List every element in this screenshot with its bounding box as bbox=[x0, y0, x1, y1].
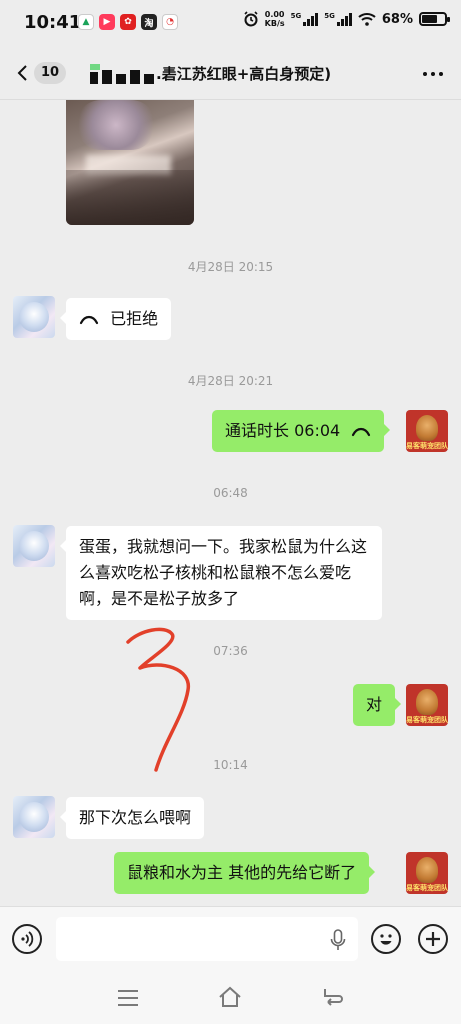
plus-icon bbox=[426, 932, 440, 946]
shopping-app-icon: ✿ bbox=[120, 14, 136, 30]
back-arrow-icon[interactable] bbox=[14, 64, 32, 82]
wifi-icon bbox=[358, 13, 376, 26]
battery-percent: 68% bbox=[381, 11, 413, 27]
my-avatar[interactable]: 易客萌宠团队 bbox=[406, 852, 448, 894]
question2-message[interactable]: 那下次怎么喂啊 bbox=[59, 797, 205, 839]
signal-strength-icon: 5G bbox=[291, 12, 319, 26]
menu-nav-icon[interactable] bbox=[118, 990, 138, 1011]
contact-avatar[interactable] bbox=[13, 796, 55, 838]
question-text: 蛋蛋，我就想问一下。我家松鼠为什么这么喜欢吃松子核桃和松鼠粮不怎么爱吃啊，是不是… bbox=[79, 537, 368, 608]
status-bar: 10:41 ▲ ▶ ✿ 淘 ◔ 0.00 KB/s 5G 5G 68% bbox=[0, 0, 461, 48]
system-nav-bar bbox=[0, 970, 461, 1024]
avatar-team-text: 易客萌宠团队 bbox=[406, 884, 448, 892]
message-text-input[interactable] bbox=[56, 917, 358, 961]
timestamp: 4月28日 20:15 bbox=[187, 260, 274, 274]
unread-count-badge[interactable]: 10 bbox=[34, 62, 67, 84]
message-input-bar bbox=[0, 906, 461, 970]
my-avatar[interactable]: 易客萌宠团队 bbox=[406, 684, 448, 726]
phone-hangup-icon bbox=[79, 315, 99, 324]
phone-hangup-icon bbox=[352, 427, 371, 436]
smiley-icon bbox=[380, 934, 392, 945]
contact-avatar[interactable] bbox=[13, 525, 55, 567]
reply-message[interactable]: 对 bbox=[353, 684, 402, 726]
more-options-icon[interactable] bbox=[423, 72, 443, 76]
voice-wave-icon bbox=[21, 931, 34, 947]
signal-type-label: 5G bbox=[290, 12, 302, 20]
my-avatar[interactable]: 易客萌宠团队 bbox=[406, 410, 448, 452]
status-time: 10:41 bbox=[24, 12, 82, 33]
answer-text: 鼠粮和水为主 其他的先给它断了 bbox=[127, 863, 357, 882]
reply-text: 对 bbox=[366, 695, 383, 714]
status-indicators: 0.00 KB/s 5G 5G 68% bbox=[243, 10, 450, 28]
network-speed-value: 0.00 bbox=[264, 10, 285, 19]
voice-input-button[interactable] bbox=[12, 924, 42, 954]
question2-text: 那下次怎么喂啊 bbox=[79, 808, 192, 827]
alarm-clock-icon bbox=[244, 11, 258, 27]
timestamp: 07:36 bbox=[213, 644, 248, 658]
emoji-button[interactable] bbox=[371, 924, 401, 954]
xiaohongshu-icon: ▲ bbox=[78, 14, 94, 30]
alarm-app-icon: ◔ bbox=[162, 14, 178, 30]
rejected-call-text: 已拒绝 bbox=[110, 309, 159, 328]
network-speed-unit: KB/s bbox=[264, 19, 285, 28]
back-nav-icon[interactable] bbox=[322, 987, 344, 1007]
video-app-icon: ▶ bbox=[99, 14, 115, 30]
chat-title[interactable]: .砉江苏红眼+高白身预定) bbox=[156, 63, 331, 84]
battery-icon bbox=[419, 12, 450, 26]
call-duration-text: 通话时长 06:04 bbox=[225, 421, 341, 440]
more-functions-button[interactable] bbox=[418, 924, 448, 954]
redacted-name-mark bbox=[90, 64, 154, 84]
question-message[interactable]: 蛋蛋，我就想问一下。我家松鼠为什么这么喜欢吃松子核桃和松鼠粮不怎么爱吃啊，是不是… bbox=[60, 526, 382, 620]
chat-message-list[interactable]: 4月28日 20:15 已拒绝 4月28日 20:21 通话时长 06:04 易… bbox=[0, 100, 461, 906]
call-duration-message[interactable]: 通话时长 06:04 bbox=[212, 410, 391, 452]
timestamp: 4月28日 20:21 bbox=[187, 374, 274, 388]
image-message[interactable] bbox=[66, 100, 194, 225]
rejected-call-message[interactable]: 已拒绝 bbox=[59, 298, 172, 340]
home-nav-icon[interactable] bbox=[218, 986, 242, 1008]
avatar-team-text: 易客萌宠团队 bbox=[406, 442, 448, 450]
signal-strength-icon-2: 5G bbox=[324, 12, 352, 26]
status-app-icons: ▲ ▶ ✿ 淘 ◔ bbox=[78, 14, 178, 30]
network-speed: 0.00 KB/s bbox=[265, 10, 285, 28]
avatar-team-text: 易客萌宠团队 bbox=[406, 716, 448, 724]
taobao-icon: 淘 bbox=[141, 14, 157, 30]
answer-message[interactable]: 鼠粮和水为主 其他的先给它断了 bbox=[114, 852, 376, 894]
timestamp: 10:14 bbox=[213, 758, 248, 772]
microphone-icon[interactable] bbox=[330, 929, 346, 951]
contact-avatar[interactable] bbox=[13, 296, 55, 338]
timestamp: 06:48 bbox=[213, 486, 248, 500]
chat-header: 10 .砉江苏红眼+高白身预定) bbox=[0, 48, 461, 100]
signal-type-label-2: 5G bbox=[324, 12, 335, 20]
